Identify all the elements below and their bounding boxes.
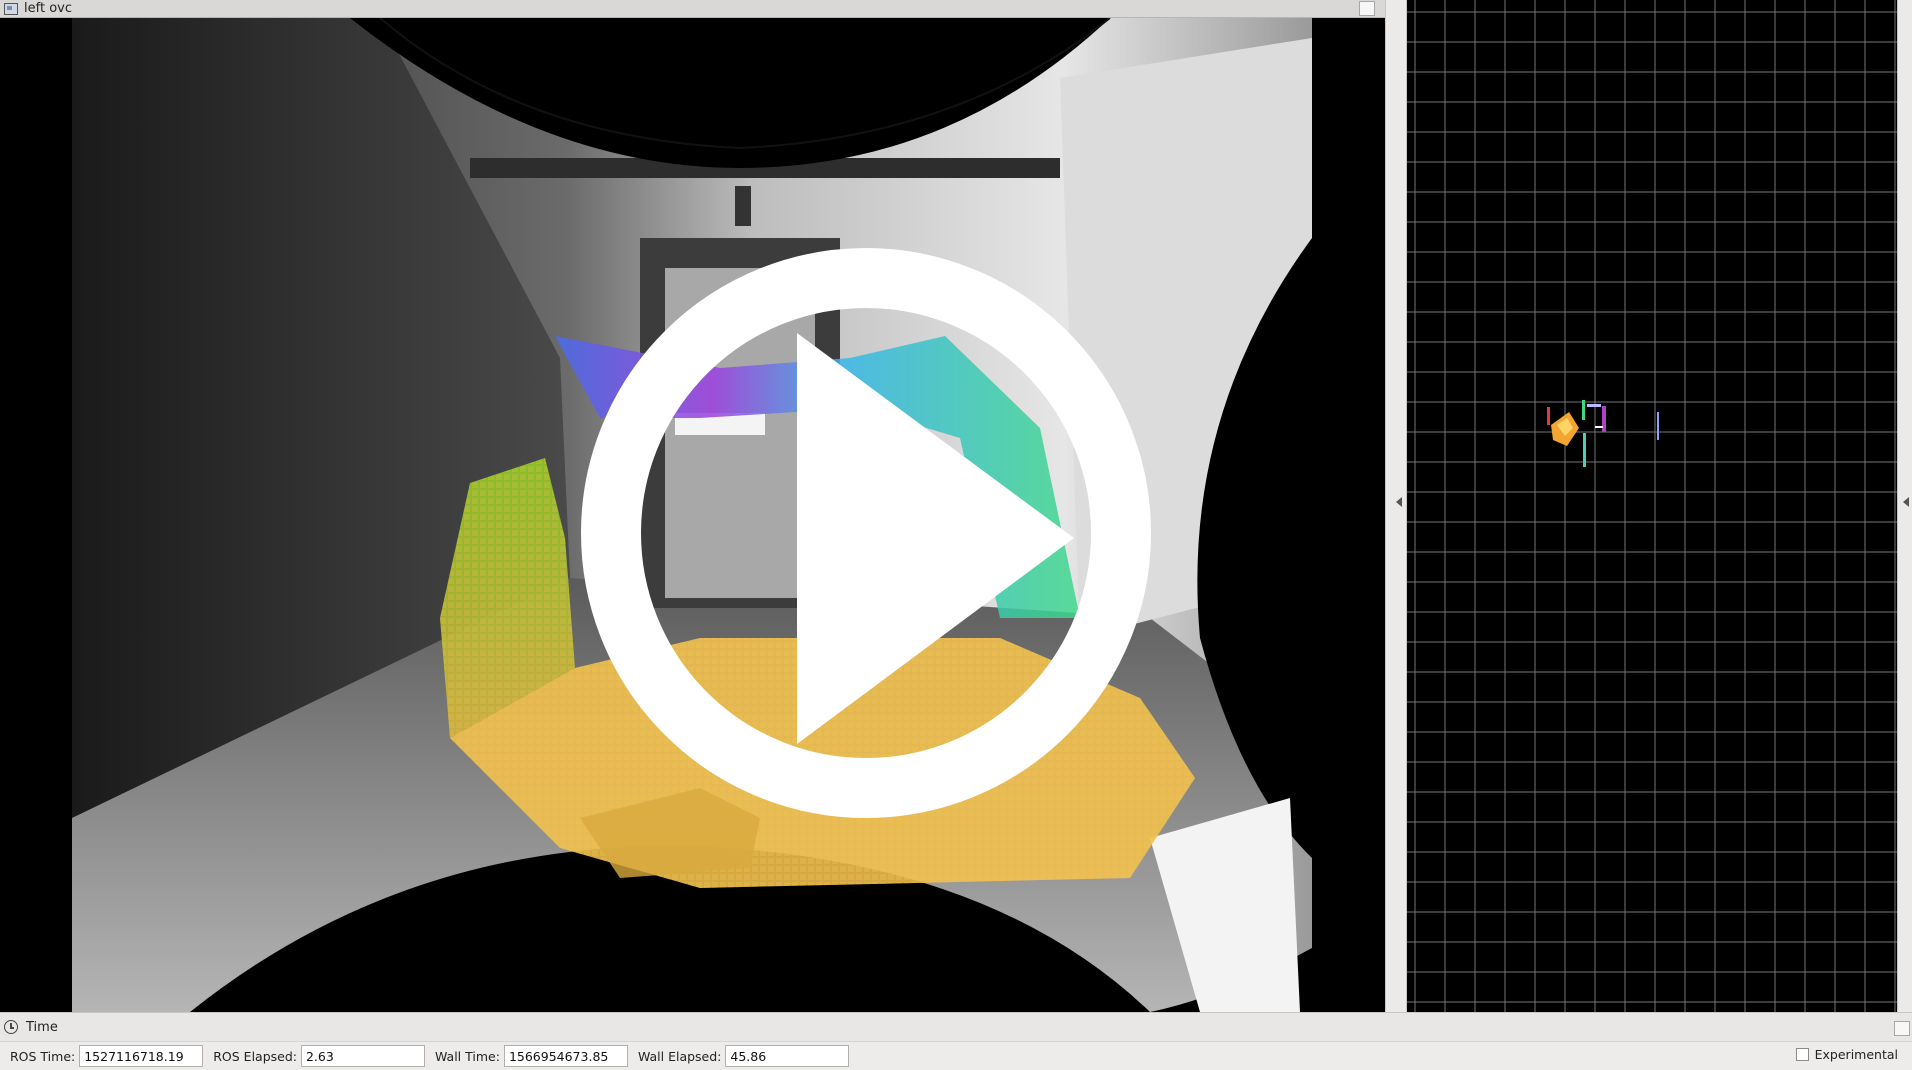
wall-time-label: Wall Time:: [434, 1048, 500, 1064]
camera-panel-titlebar: left ovc: [0, 0, 1385, 18]
ros-time-label: ROS Time:: [10, 1048, 76, 1064]
ros-elapsed-field[interactable]: [300, 1045, 425, 1067]
window-icon: [4, 2, 18, 15]
right-panel-handle[interactable]: [1897, 0, 1912, 1012]
grid-canvas[interactable]: [1407, 0, 1897, 1012]
wall-elapsed-label: Wall Elapsed:: [637, 1048, 722, 1064]
collapse-right-icon[interactable]: [1903, 497, 1909, 507]
3d-grid-view[interactable]: [1407, 0, 1897, 1012]
wall-elapsed-field[interactable]: [725, 1045, 850, 1067]
experimental-toggle[interactable]: Experimental: [1795, 1047, 1898, 1062]
time-panel: ROS Time: ROS Elapsed: Wall Time: Wall E…: [0, 1042, 1912, 1070]
experimental-checkbox[interactable]: [1795, 1048, 1809, 1061]
clock-icon: [4, 1020, 18, 1034]
collapse-left-icon[interactable]: [1396, 497, 1402, 507]
camera-panel: left ovc: [0, 0, 1385, 1012]
ros-time-field[interactable]: [79, 1045, 204, 1067]
panel-splitter[interactable]: [1385, 0, 1407, 1012]
wall-time-field[interactable]: [503, 1045, 628, 1067]
camera-panel-title: left ovc: [24, 1, 72, 16]
time-panel-title: Time: [26, 1019, 58, 1035]
ros-elapsed-label: ROS Elapsed:: [213, 1048, 297, 1064]
camera-image: [0, 18, 1385, 1012]
time-panel-float-button[interactable]: [1894, 1021, 1910, 1036]
experimental-label: Experimental: [1814, 1047, 1898, 1062]
time-panel-header: Time: [0, 1012, 1912, 1042]
panel-float-button[interactable]: [1359, 1, 1375, 16]
rviz-window: left ovc Time ROS Time: 1527116718.19 RO…: [0, 0, 1912, 1070]
